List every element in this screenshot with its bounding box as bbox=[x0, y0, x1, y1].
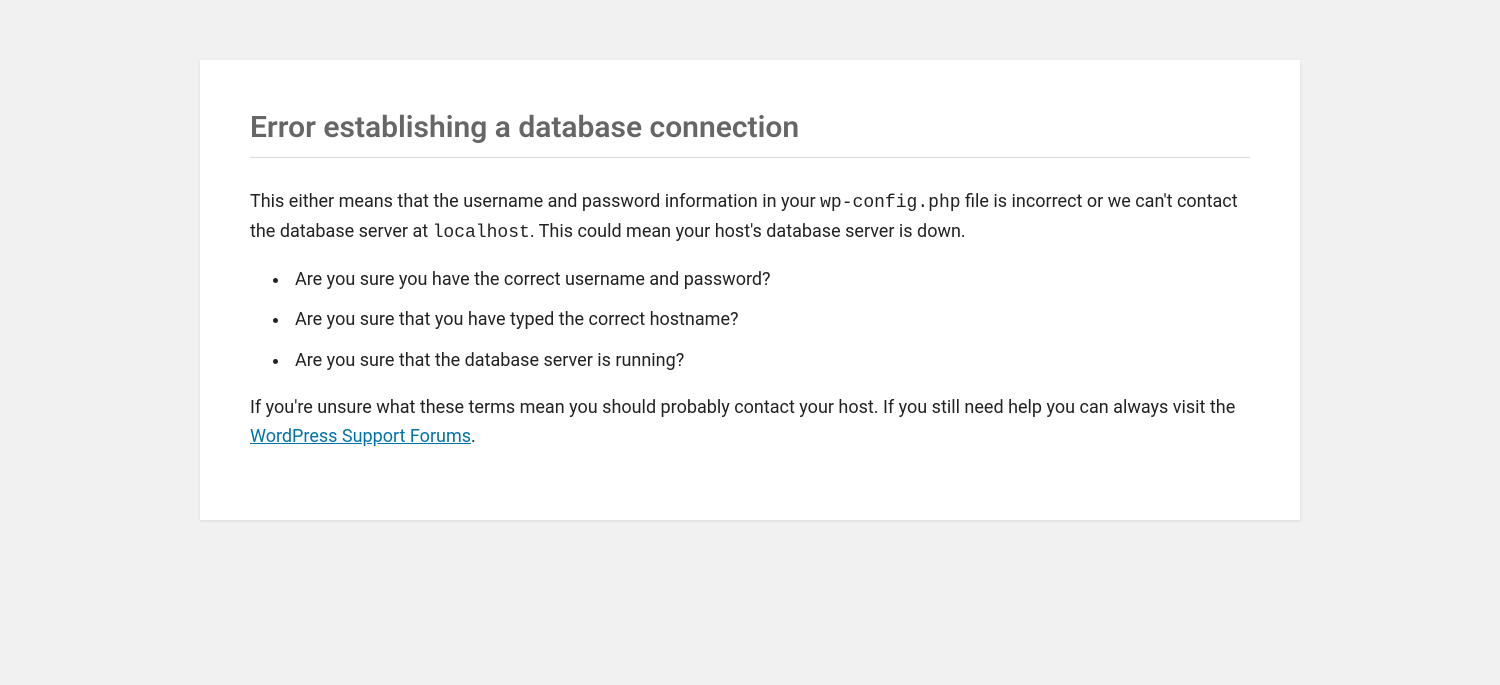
config-file-code: wp-config.php bbox=[820, 193, 960, 213]
error-description: This either means that the username and … bbox=[250, 188, 1250, 248]
support-forums-link[interactable]: WordPress Support Forums bbox=[250, 426, 471, 447]
error-heading: Error establishing a database connection bbox=[250, 90, 1250, 158]
list-item: Are you sure that you have typed the cor… bbox=[290, 306, 1250, 335]
error-page-container: Error establishing a database connection… bbox=[200, 60, 1300, 520]
desc-text-1: This either means that the username and … bbox=[250, 191, 820, 212]
help-text-2: . bbox=[471, 426, 476, 447]
list-item: Are you sure you have the correct userna… bbox=[290, 266, 1250, 295]
hostname-code: localhost bbox=[433, 223, 530, 243]
help-paragraph: If you're unsure what these terms mean y… bbox=[250, 394, 1250, 452]
list-item: Are you sure that the database server is… bbox=[290, 347, 1250, 376]
desc-text-3: . This could mean your host's database s… bbox=[530, 221, 966, 242]
help-text-1: If you're unsure what these terms mean y… bbox=[250, 397, 1235, 418]
troubleshoot-list: Are you sure you have the correct userna… bbox=[290, 266, 1250, 376]
